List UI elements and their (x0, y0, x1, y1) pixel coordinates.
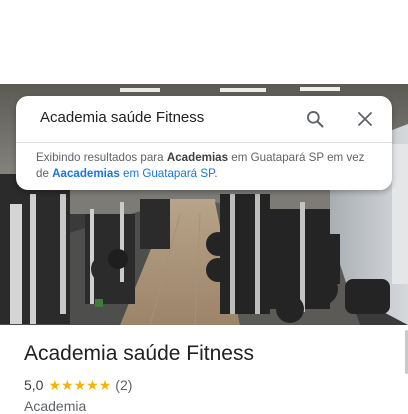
notice-prefix: Exibindo resultados para (36, 151, 167, 164)
notice-end: . (214, 167, 218, 180)
search-bar[interactable]: Academia saúde Fitness (16, 96, 392, 142)
star-icon: ★ (61, 377, 74, 393)
star-icon: ★ (73, 377, 87, 393)
top-blank-area (0, 0, 408, 84)
star-icon: ★ (86, 377, 99, 393)
spelling-correction-notice: Exibindo resultados para Academias em Gu… (16, 143, 392, 182)
search-icon (307, 111, 324, 128)
search-card: Academia saúde Fitness Exibindo resultad… (16, 96, 392, 190)
notice-original-term: Aacademias (52, 167, 120, 180)
rating-row: 5,0 ★ ★ ★ ★ ★ (2) (24, 376, 132, 394)
star-icon: ★ (98, 377, 112, 393)
notice-corrected-term: Academias (166, 151, 229, 164)
search-button[interactable] (302, 106, 328, 132)
rating-value: 5,0 (24, 377, 44, 393)
search-input[interactable]: Academia saúde Fitness (40, 109, 204, 126)
search-original-link[interactable]: Aacademias em Guatapará SP (52, 167, 214, 180)
clear-search-button[interactable] (352, 106, 378, 132)
rating-stars: ★ ★ ★ ★ ★ (48, 378, 111, 392)
close-icon (358, 112, 372, 126)
review-count-link[interactable]: (2) (115, 377, 132, 393)
place-name: Academia saúde Fitness (24, 342, 254, 365)
notice-original-suffix: em Guatapará SP (119, 167, 215, 180)
place-category: Academia (24, 398, 87, 414)
star-icon: ★ (48, 377, 62, 393)
